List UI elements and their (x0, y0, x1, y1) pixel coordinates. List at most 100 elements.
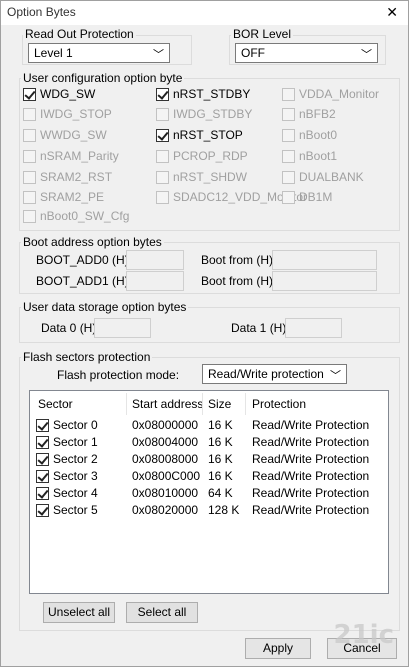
option-bytes-dialog: Option Bytes ✕ Read Out Protection Level… (0, 0, 409, 667)
flash-mode-value: Read/Write protection (208, 367, 324, 381)
bor-value: OFF (241, 46, 265, 60)
option-checkbox: IWDG_STOP (23, 107, 112, 121)
column-header-protection[interactable]: Protection (252, 397, 306, 411)
checkbox-box (23, 209, 36, 223)
chevron-down-icon: ﹀ (330, 370, 341, 382)
sector-name: Sector 5 (53, 503, 98, 517)
sector-checkbox[interactable]: Sector 5 (36, 503, 98, 517)
table-row[interactable]: Sector 2 0x08008000 16 K Read/Write Protect… (30, 451, 388, 468)
checkbox-box (23, 170, 36, 184)
column-separator (202, 393, 203, 415)
table-row[interactable]: Sector 3 0x0800C000 16 K Read/Write Protect… (30, 468, 388, 485)
checkbox-box[interactable] (36, 503, 49, 517)
sector-checkbox[interactable]: Sector 1 (36, 435, 98, 449)
boot-from-0-label: Boot from (H) (201, 253, 274, 267)
sector-checkbox[interactable]: Sector 3 (36, 469, 98, 483)
option-label: nBoot0_SW_Cfg (40, 209, 130, 223)
boot-from-1-field[interactable] (272, 271, 377, 291)
table-row[interactable]: Sector 5 0x08020000 128 K Read/Write Protec… (30, 502, 388, 519)
column-separator (245, 393, 246, 415)
data0-field[interactable] (94, 318, 151, 338)
boot-from-1-label: Boot from (H) (201, 274, 274, 288)
checkbox-box (282, 128, 295, 142)
checkbox-box[interactable] (36, 486, 49, 500)
sector-protection: Read/Write Protection (252, 503, 370, 517)
bor-select[interactable]: OFF ﹀ (235, 43, 378, 63)
user-config-title: User configuration option byte (21, 71, 185, 85)
flash-mode-label: Flash protection mode: (57, 368, 180, 382)
rop-value: Level 1 (34, 46, 73, 60)
watermark-logo: 21ic (333, 620, 394, 650)
checkbox-box (156, 170, 169, 184)
checkbox-box[interactable] (23, 87, 36, 101)
checkbox-box[interactable] (36, 452, 49, 466)
select-all-button[interactable]: Select all (126, 602, 198, 623)
boot-add0-label: BOOT_ADD0 (H) (36, 253, 129, 267)
option-checkbox: nBoot0 (282, 128, 337, 142)
data0-label: Data 0 (H) (41, 321, 97, 335)
option-label: PCROP_RDP (173, 149, 248, 163)
sector-address: 0x08008000 (132, 452, 199, 466)
checkbox-box[interactable] (156, 87, 169, 101)
option-checkbox[interactable]: nRST_STOP (156, 128, 243, 142)
checkbox-box[interactable] (36, 418, 49, 432)
checkbox-box (282, 190, 295, 204)
option-checkbox[interactable]: WDG_SW (23, 87, 95, 101)
option-checkbox: IWDG_STDBY (156, 107, 252, 121)
boot-add1-field[interactable] (126, 271, 184, 291)
title-bar: Option Bytes ✕ (1, 1, 408, 25)
data1-label: Data 1 (H) (231, 321, 287, 335)
sector-protection: Read/Write Protection (252, 486, 370, 500)
option-checkbox: DB1M (282, 190, 332, 204)
unselect-all-button[interactable]: Unselect all (43, 602, 115, 623)
option-label: nBFB2 (299, 107, 336, 121)
option-label: WWDG_SW (40, 128, 107, 142)
option-label: SRAM2_PE (40, 190, 105, 204)
option-label: WDG_SW (40, 87, 96, 101)
checkbox-box[interactable] (36, 435, 49, 449)
sector-name: Sector 3 (53, 469, 98, 483)
checkbox-box (282, 149, 295, 163)
checkbox-box (282, 107, 295, 121)
option-label: VDDA_Monitor (299, 87, 380, 101)
sector-size: 16 K (208, 469, 233, 483)
option-label: IWDG_STOP (40, 107, 112, 121)
boot-title: Boot address option bytes (21, 235, 164, 249)
checkbox-box[interactable] (36, 469, 49, 483)
sector-checkbox[interactable]: Sector 4 (36, 486, 98, 500)
option-checkbox: SRAM2_RST (23, 170, 112, 184)
sector-protection: Read/Write Protection (252, 418, 370, 432)
option-checkbox: SRAM2_PE (23, 190, 104, 204)
table-row[interactable]: Sector 1 0x08004000 16 K Read/Write Protect… (30, 434, 388, 451)
sector-checkbox[interactable]: Sector 2 (36, 452, 98, 466)
apply-button[interactable]: Apply (245, 638, 311, 659)
boot-from-0-field[interactable] (272, 250, 377, 270)
sector-name: Sector 1 (53, 435, 98, 449)
sector-address: 0x08010000 (132, 486, 199, 500)
column-header-size[interactable]: Size (208, 397, 231, 411)
sector-address: 0x08000000 (132, 418, 199, 432)
sector-protection: Read/Write Protection (252, 452, 370, 466)
close-icon[interactable]: ✕ (386, 4, 398, 21)
table-row[interactable]: Sector 4 0x08010000 64 K Read/Write Protect… (30, 485, 388, 502)
sector-protection: Read/Write Protection (252, 469, 370, 483)
checkbox-box (156, 107, 169, 121)
sector-name: Sector 2 (53, 452, 98, 466)
option-checkbox: PCROP_RDP (156, 149, 248, 163)
data1-field[interactable] (285, 318, 342, 338)
column-header-start-address[interactable]: Start address (132, 397, 203, 411)
option-checkbox[interactable]: nRST_STDBY (156, 87, 250, 101)
column-header-sector[interactable]: Sector (38, 397, 73, 411)
checkbox-box[interactable] (156, 128, 169, 142)
sector-address: 0x08004000 (132, 435, 199, 449)
sector-checkbox[interactable]: Sector 0 (36, 418, 98, 432)
sector-size: 16 K (208, 418, 233, 432)
table-row[interactable]: Sector 0 0x08000000 16 K Read/Write Protect… (30, 417, 388, 434)
flash-mode-select[interactable]: Read/Write protection ﹀ (202, 364, 347, 384)
checkbox-box (23, 149, 36, 163)
option-label: nBoot1 (299, 149, 338, 163)
boot-add0-field[interactable] (126, 250, 184, 270)
rop-select[interactable]: Level 1 ﹀ (28, 43, 170, 63)
option-checkbox: nBoot0_SW_Cfg (23, 209, 129, 223)
option-checkbox: WWDG_SW (23, 128, 107, 142)
